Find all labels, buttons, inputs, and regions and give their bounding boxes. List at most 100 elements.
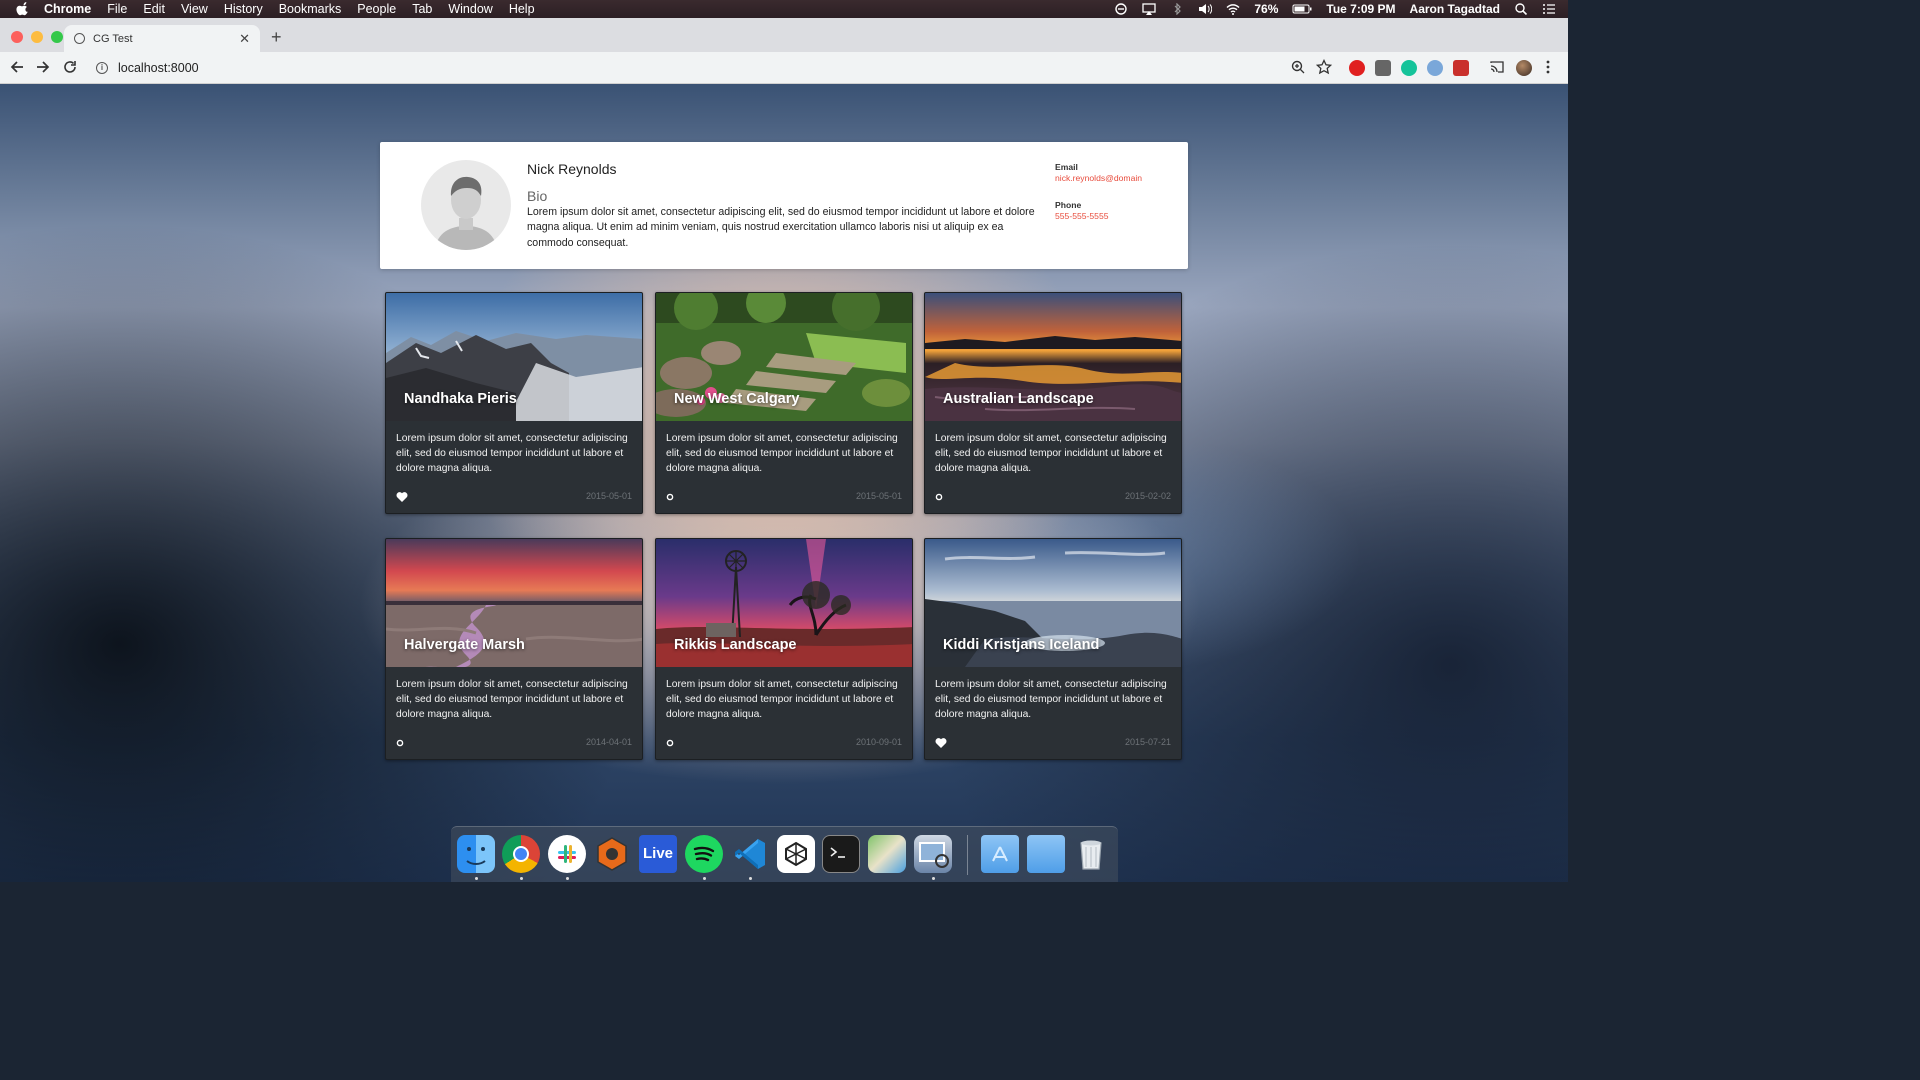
back-icon[interactable] bbox=[9, 59, 25, 75]
menu-view[interactable]: View bbox=[181, 2, 208, 16]
menu-app[interactable]: Chrome bbox=[44, 2, 91, 16]
tab-title: CG Test bbox=[93, 32, 133, 45]
more-menu-icon[interactable] bbox=[1543, 59, 1553, 75]
site-info-icon[interactable]: i bbox=[96, 62, 108, 74]
url-text: localhost:8000 bbox=[118, 61, 199, 75]
chrome-icon[interactable] bbox=[502, 835, 540, 873]
page-viewport: Nick Reynolds Bio Lorem ipsum dolor sit … bbox=[0, 84, 1568, 882]
phone-link[interactable]: 555-555-5555 bbox=[1055, 211, 1109, 221]
sync-icon[interactable] bbox=[1114, 3, 1128, 15]
circle-outline-icon[interactable] bbox=[666, 737, 678, 749]
dock-separator bbox=[967, 835, 968, 875]
bio-heading: Bio bbox=[527, 188, 548, 204]
profile-name: Nick Reynolds bbox=[527, 161, 617, 177]
window-controls bbox=[11, 31, 63, 43]
avatar bbox=[421, 160, 511, 250]
unity-icon[interactable] bbox=[777, 835, 815, 873]
person-icon bbox=[435, 176, 497, 250]
card-title: Halvergate Marsh bbox=[404, 637, 525, 653]
adblock-extension-icon[interactable] bbox=[1349, 60, 1365, 76]
extension-icon[interactable] bbox=[1427, 60, 1443, 76]
card-title: Kiddi Kristjans Iceland bbox=[943, 637, 1100, 653]
photo-card[interactable]: Halvergate Marsh Lorem ipsum dolor sit a… bbox=[385, 538, 643, 760]
wifi-icon[interactable] bbox=[1226, 3, 1240, 15]
address-bar[interactable]: i localhost:8000 bbox=[88, 55, 1340, 81]
user-name[interactable]: Aaron Tagadtad bbox=[1410, 2, 1500, 16]
menu-tab[interactable]: Tab bbox=[412, 2, 432, 16]
card-title: Nandhaka Pieris bbox=[404, 391, 517, 407]
clock[interactable]: Tue 7:09 PM bbox=[1326, 2, 1395, 16]
terminal-icon[interactable] bbox=[822, 835, 860, 873]
menu-file[interactable]: File bbox=[107, 2, 127, 16]
menu-bookmarks[interactable]: Bookmarks bbox=[279, 2, 342, 16]
running-indicator bbox=[566, 877, 569, 880]
live-label: Live bbox=[642, 845, 673, 862]
card-text: Lorem ipsum dolor sit amet, consectetur … bbox=[935, 679, 1167, 720]
airplay-icon[interactable] bbox=[1142, 3, 1157, 15]
battery-percent: 76% bbox=[1254, 2, 1279, 16]
battery-icon[interactable] bbox=[1292, 3, 1312, 15]
vscode-icon[interactable] bbox=[731, 835, 769, 873]
card-date: 2015-05-01 bbox=[585, 491, 632, 501]
menu-history[interactable]: History bbox=[224, 2, 263, 16]
preview-icon[interactable] bbox=[914, 835, 952, 873]
reason-icon[interactable] bbox=[593, 835, 631, 873]
close-window-button[interactable] bbox=[11, 31, 23, 43]
menu-edit[interactable]: Edit bbox=[143, 2, 165, 16]
bookmark-star-icon[interactable] bbox=[1316, 59, 1332, 75]
card-text: Lorem ipsum dolor sit amet, consectetur … bbox=[935, 433, 1167, 474]
reload-icon[interactable] bbox=[62, 59, 78, 75]
photo-card[interactable]: Rikkis Landscape Lorem ipsum dolor sit a… bbox=[655, 538, 913, 760]
photo-card[interactable]: Kiddi Kristjans Iceland Lorem ipsum dolo… bbox=[924, 538, 1182, 760]
photo-card[interactable]: Nandhaka Pieris Lorem ipsum dolor sit am… bbox=[385, 292, 643, 514]
profile-avatar-icon[interactable] bbox=[1516, 60, 1532, 76]
heart-filled-icon[interactable] bbox=[935, 737, 947, 749]
dock: Live bbox=[451, 826, 1118, 882]
card-text: Lorem ipsum dolor sit amet, consectetur … bbox=[666, 679, 898, 720]
maps-icon[interactable] bbox=[868, 835, 906, 873]
menu-help[interactable]: Help bbox=[509, 2, 535, 16]
grammarly-extension-icon[interactable] bbox=[1401, 60, 1417, 76]
running-indicator bbox=[703, 877, 706, 880]
folder-icon[interactable] bbox=[1027, 835, 1065, 873]
email-link[interactable]: nick.reynolds@domain bbox=[1055, 173, 1142, 183]
close-tab-icon[interactable]: ✕ bbox=[239, 31, 250, 47]
minimize-window-button[interactable] bbox=[31, 31, 43, 43]
profile-card: Nick Reynolds Bio Lorem ipsum dolor sit … bbox=[380, 142, 1188, 269]
cast-icon[interactable] bbox=[1489, 59, 1505, 75]
spotlight-icon[interactable] bbox=[1514, 3, 1528, 15]
card-title: Rikkis Landscape bbox=[674, 637, 797, 653]
photo-card[interactable]: Australian Landscape Lorem ipsum dolor s… bbox=[924, 292, 1182, 514]
extension-icon[interactable] bbox=[1453, 60, 1469, 76]
menu-people[interactable]: People bbox=[357, 2, 396, 16]
forward-icon[interactable] bbox=[35, 59, 51, 75]
tab-strip: CG Test ✕ + bbox=[0, 18, 1568, 52]
circle-outline-icon[interactable] bbox=[935, 491, 947, 503]
slack-icon[interactable] bbox=[548, 835, 586, 873]
bluetooth-icon[interactable] bbox=[1170, 3, 1184, 15]
globe-icon bbox=[74, 33, 85, 44]
trash-icon[interactable] bbox=[1072, 835, 1110, 873]
finder-icon[interactable] bbox=[457, 835, 495, 873]
menu-bar: Chrome File Edit View History Bookmarks … bbox=[0, 0, 1568, 18]
notification-center-icon[interactable] bbox=[1542, 3, 1556, 15]
apple-icon[interactable] bbox=[16, 2, 30, 16]
live-icon[interactable]: Live bbox=[639, 835, 677, 873]
zoom-icon[interactable] bbox=[1290, 59, 1306, 75]
heart-filled-icon[interactable] bbox=[396, 491, 408, 503]
photo-card[interactable]: New West Calgary Lorem ipsum dolor sit a… bbox=[655, 292, 913, 514]
card-text: Lorem ipsum dolor sit amet, consectetur … bbox=[666, 433, 898, 474]
volume-icon[interactable] bbox=[1198, 3, 1213, 15]
extension-icon[interactable] bbox=[1375, 60, 1391, 76]
zoom-window-button[interactable] bbox=[51, 31, 63, 43]
circle-outline-icon[interactable] bbox=[666, 491, 678, 503]
new-tab-icon[interactable]: + bbox=[271, 27, 282, 48]
appstore-folder-icon[interactable] bbox=[981, 835, 1019, 873]
menu-window[interactable]: Window bbox=[448, 2, 492, 16]
card-text: Lorem ipsum dolor sit amet, consectetur … bbox=[396, 433, 628, 474]
spotify-icon[interactable] bbox=[685, 835, 723, 873]
card-title: New West Calgary bbox=[674, 391, 800, 407]
circle-outline-icon[interactable] bbox=[396, 737, 408, 749]
tab-cg-test[interactable]: CG Test ✕ bbox=[64, 25, 260, 52]
card-title: Australian Landscape bbox=[943, 391, 1094, 407]
